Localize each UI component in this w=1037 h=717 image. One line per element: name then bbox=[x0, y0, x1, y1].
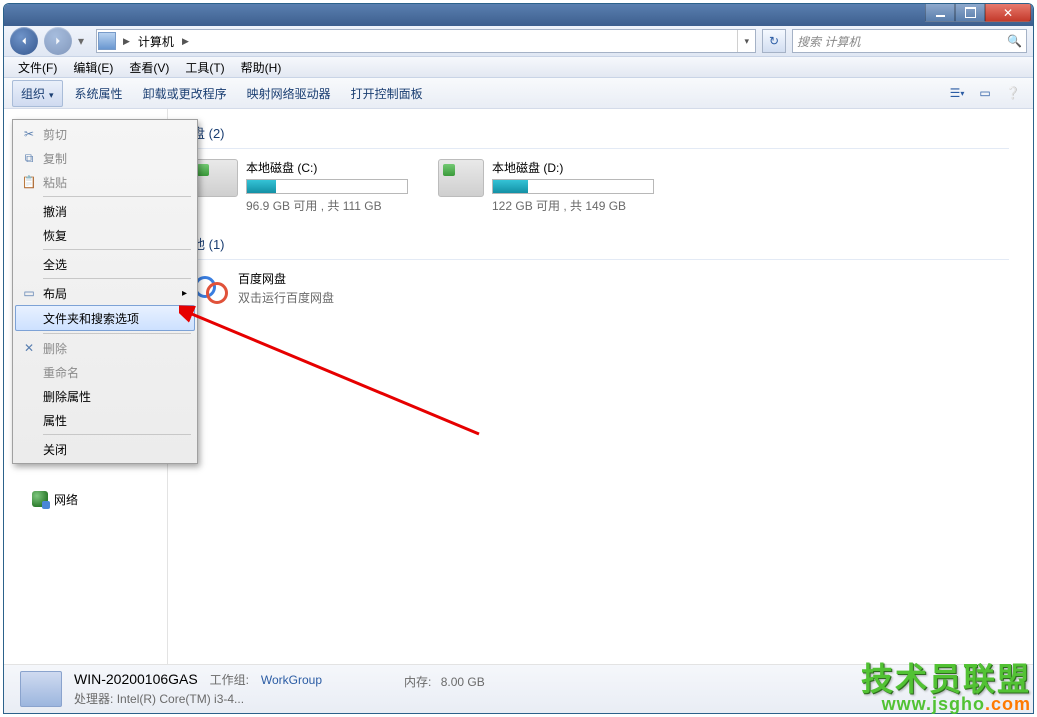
computer-name: WIN-20200106GAS bbox=[74, 671, 198, 687]
drive-c-title: 本地磁盘 (C:) bbox=[246, 159, 408, 176]
menu-delete[interactable]: ✕删除 bbox=[15, 336, 195, 360]
menu-file[interactable]: 文件(F) bbox=[12, 57, 63, 78]
drive-d-subtitle: 122 GB 可用 , 共 149 GB bbox=[492, 197, 654, 214]
sidebar-item-network[interactable]: 网络 bbox=[4, 488, 167, 510]
menu-redo[interactable]: 恢复 bbox=[15, 223, 195, 247]
preview-pane-button[interactable]: ▭ bbox=[973, 82, 997, 104]
close-button[interactable] bbox=[985, 4, 1031, 22]
menu-properties[interactable]: 属性 bbox=[15, 408, 195, 432]
layout-icon: ▭ bbox=[21, 286, 37, 300]
memory-label: 内存: bbox=[404, 675, 431, 689]
menu-tools[interactable]: 工具(T) bbox=[179, 57, 230, 78]
menu-layout[interactable]: ▭布局 bbox=[15, 281, 195, 305]
drive-d-usage-bar bbox=[492, 179, 654, 194]
view-mode-button[interactable]: ☰▾ bbox=[945, 82, 969, 104]
search-placeholder: 搜索 计算机 bbox=[797, 33, 860, 50]
organize-button[interactable]: 组织 bbox=[12, 80, 63, 107]
menu-edit[interactable]: 编辑(E) bbox=[67, 57, 119, 78]
drive-icon bbox=[192, 159, 238, 197]
drive-c-subtitle: 96.9 GB 可用 , 共 111 GB bbox=[246, 197, 408, 214]
menu-rename[interactable]: 重命名 bbox=[15, 360, 195, 384]
menu-cut[interactable]: ✂剪切 bbox=[15, 122, 195, 146]
computer-icon bbox=[98, 32, 116, 50]
toolbar: 组织 系统属性 卸载或更改程序 映射网络驱动器 打开控制面板 ☰▾ ▭ ❔ bbox=[4, 78, 1033, 109]
help-button[interactable]: ❔ bbox=[1001, 82, 1025, 104]
menu-select-all[interactable]: 全选 bbox=[15, 252, 195, 276]
watermark: 技术员联盟 www.jsgho.com bbox=[861, 663, 1031, 713]
category-harddisks: 盘 (2) bbox=[192, 123, 1009, 142]
breadcrumb-computer[interactable]: 计算机 bbox=[134, 30, 178, 52]
menu-remove-properties[interactable]: 删除属性 bbox=[15, 384, 195, 408]
minimize-button[interactable] bbox=[925, 4, 955, 22]
menu-view[interactable]: 查看(V) bbox=[123, 57, 175, 78]
copy-icon: ⧉ bbox=[21, 151, 37, 166]
chevron-right-icon[interactable]: ▶ bbox=[178, 36, 193, 47]
menu-copy[interactable]: ⧉复制 bbox=[15, 146, 195, 170]
cpu-value: Intel(R) Core(TM) i3-4... bbox=[117, 692, 244, 706]
search-input[interactable]: 搜索 计算机 🔍 bbox=[792, 29, 1027, 53]
nav-row: ▾ ▶ 计算机 ▶ ▾ ↻ 搜索 计算机 🔍 bbox=[4, 26, 1033, 57]
uninstall-programs-button[interactable]: 卸载或更改程序 bbox=[135, 81, 235, 106]
refresh-button[interactable]: ↻ bbox=[762, 29, 786, 53]
category-other: 他 (1) bbox=[192, 234, 1009, 253]
baidu-netdisk-tile[interactable]: 百度网盘 双击运行百度网盘 bbox=[192, 270, 1009, 306]
map-network-drive-button[interactable]: 映射网络驱动器 bbox=[239, 81, 339, 106]
address-dropdown[interactable]: ▾ bbox=[737, 30, 755, 52]
titlebar bbox=[4, 4, 1033, 26]
drive-d-title: 本地磁盘 (D:) bbox=[492, 159, 654, 176]
drive-d-tile[interactable]: 本地磁盘 (D:) 122 GB 可用 , 共 149 GB bbox=[438, 159, 654, 214]
menu-help[interactable]: 帮助(H) bbox=[235, 57, 288, 78]
system-properties-button[interactable]: 系统属性 bbox=[67, 81, 131, 106]
baidu-subtitle: 双击运行百度网盘 bbox=[238, 289, 334, 306]
drive-c-usage-bar bbox=[246, 179, 408, 194]
workgroup-value: WorkGroup bbox=[261, 673, 322, 687]
workgroup-label: 工作组: bbox=[210, 673, 249, 687]
cut-icon: ✂ bbox=[21, 127, 37, 141]
drive-c-tile[interactable]: 本地磁盘 (C:) 96.9 GB 可用 , 共 111 GB bbox=[192, 159, 408, 214]
address-bar[interactable]: ▶ 计算机 ▶ ▾ bbox=[96, 29, 756, 53]
baidu-title: 百度网盘 bbox=[238, 270, 334, 287]
nav-history-dropdown[interactable]: ▾ bbox=[78, 34, 90, 48]
menu-close[interactable]: 关闭 bbox=[15, 437, 195, 461]
open-control-panel-button[interactable]: 打开控制面板 bbox=[343, 81, 431, 106]
nav-forward-button[interactable] bbox=[44, 27, 72, 55]
content-pane: 盘 (2) 本地磁盘 (C:) 96.9 GB 可用 , 共 111 GB 本地… bbox=[168, 109, 1033, 665]
chevron-right-icon[interactable]: ▶ bbox=[119, 36, 134, 47]
paste-icon: 📋 bbox=[21, 175, 37, 189]
memory-value: 8.00 GB bbox=[441, 675, 485, 689]
computer-large-icon bbox=[20, 671, 62, 707]
network-icon bbox=[32, 491, 48, 507]
organize-menu: ✂剪切 ⧉复制 📋粘贴 撤消 恢复 全选 ▭布局 文件夹和搜索选项 ✕删除 重命… bbox=[12, 119, 198, 464]
nav-back-button[interactable] bbox=[10, 27, 38, 55]
cpu-label: 处理器: bbox=[74, 692, 113, 706]
menu-folder-and-search-options[interactable]: 文件夹和搜索选项 bbox=[15, 305, 195, 331]
menu-undo[interactable]: 撤消 bbox=[15, 199, 195, 223]
menu-paste[interactable]: 📋粘贴 bbox=[15, 170, 195, 194]
menu-bar: 文件(F) 编辑(E) 查看(V) 工具(T) 帮助(H) bbox=[4, 57, 1033, 78]
search-icon: 🔍 bbox=[1007, 34, 1022, 48]
delete-icon: ✕ bbox=[21, 341, 37, 355]
drive-icon bbox=[438, 159, 484, 197]
explorer-window: ▾ ▶ 计算机 ▶ ▾ ↻ 搜索 计算机 🔍 文件(F) 编辑(E) 查看(V)… bbox=[3, 3, 1034, 714]
maximize-button[interactable] bbox=[955, 4, 985, 22]
